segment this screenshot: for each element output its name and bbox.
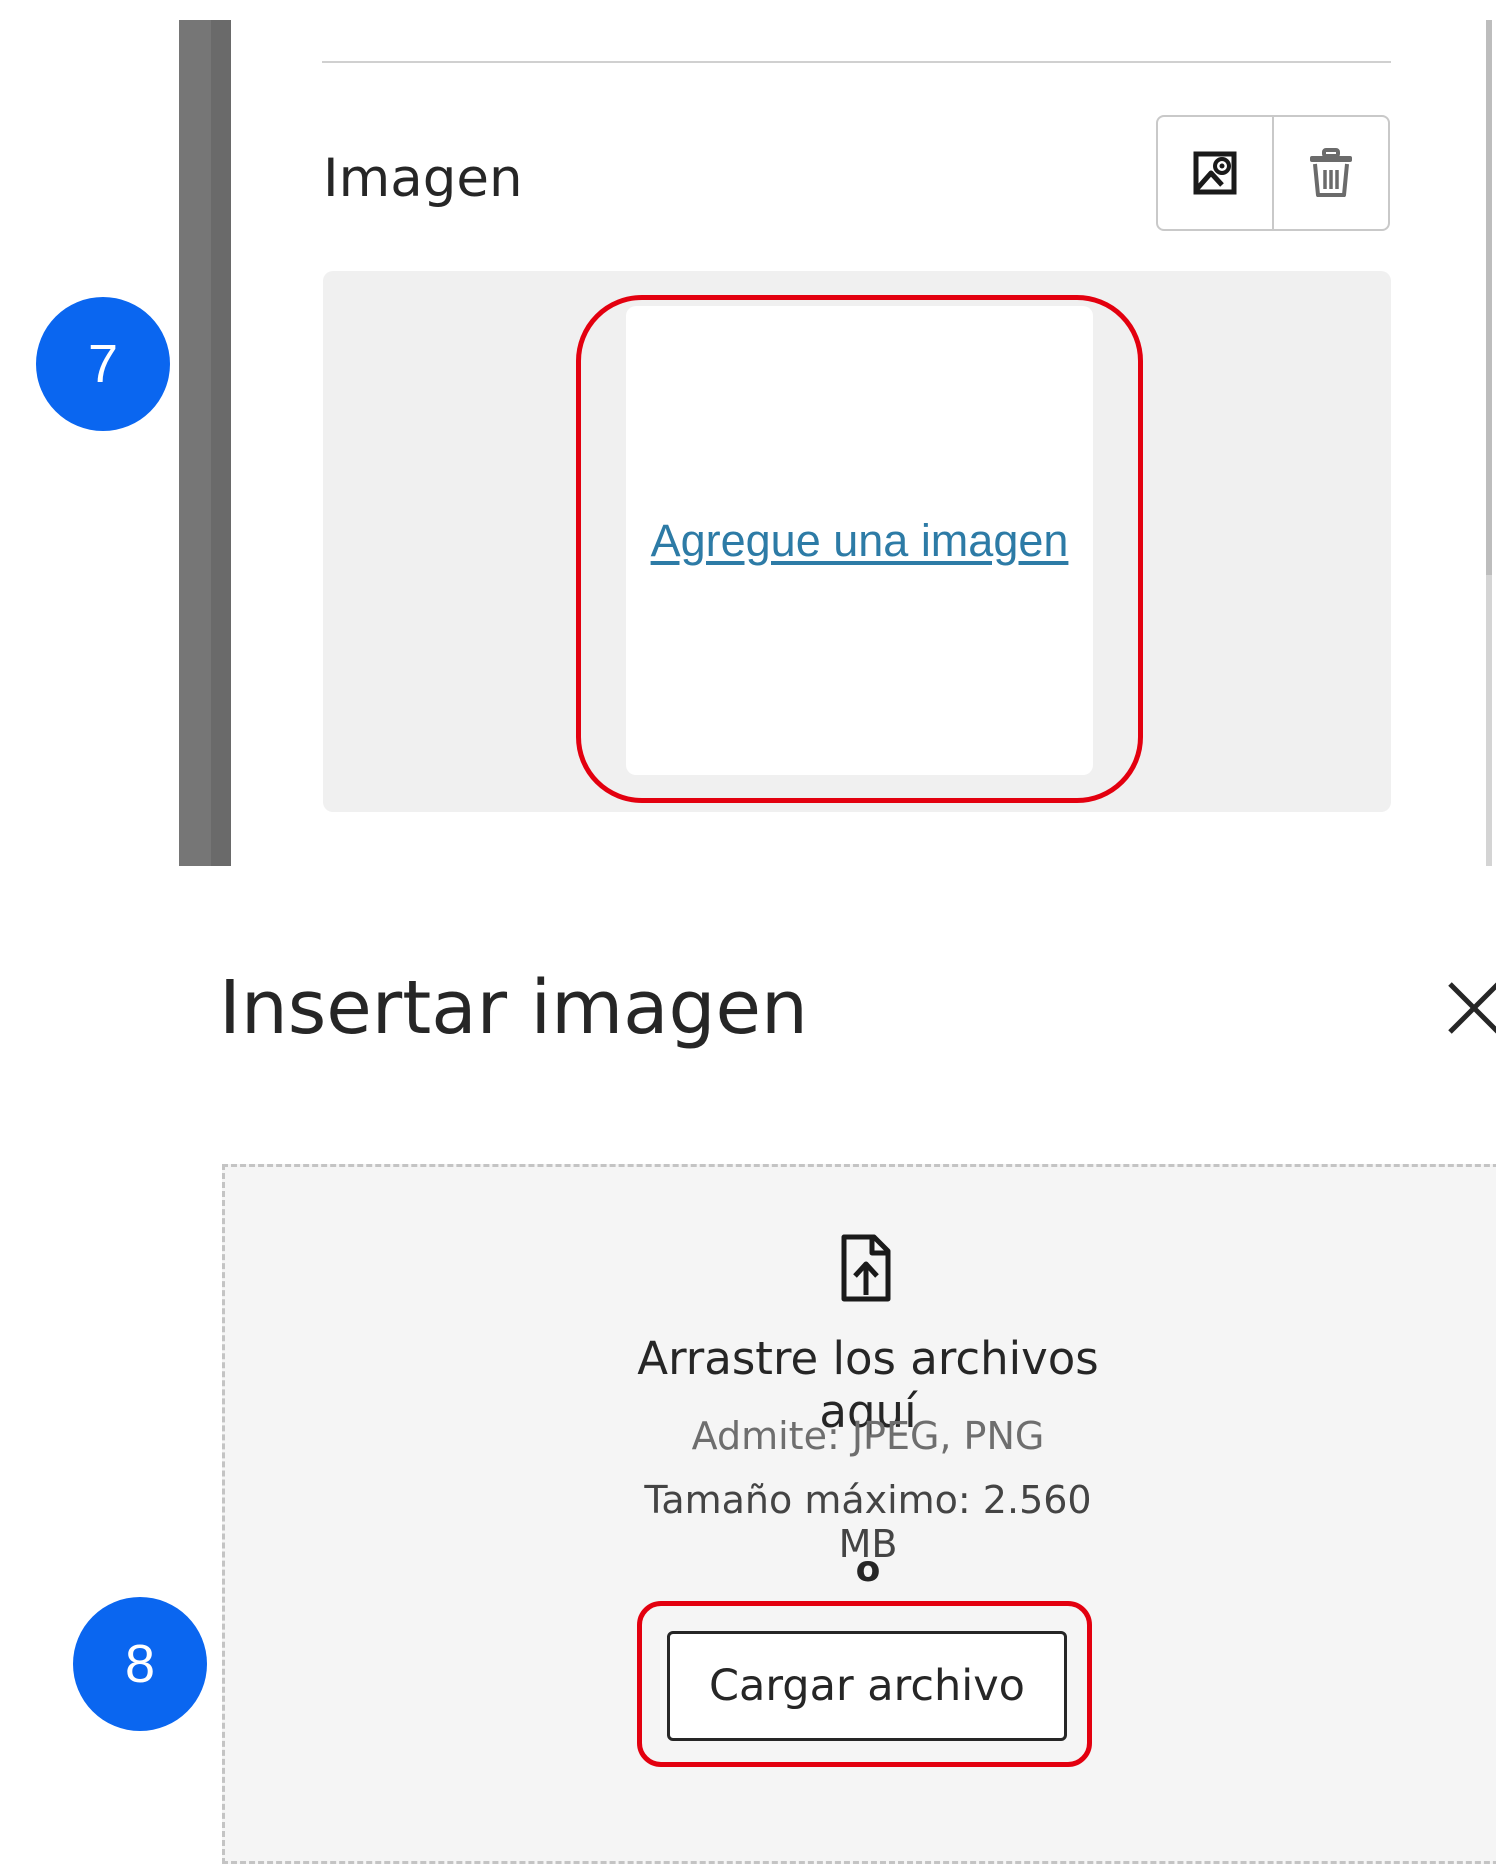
step-badge-8: 8 <box>73 1597 207 1731</box>
image-insert-icon <box>1193 151 1237 195</box>
insert-image-button[interactable] <box>1158 117 1272 229</box>
close-button[interactable] <box>1438 972 1496 1042</box>
trash-icon <box>1310 148 1352 197</box>
step-badge-7: 7 <box>36 297 170 431</box>
block-selection-bar-edge <box>211 20 231 866</box>
image-placeholder-card[interactable]: Agregue una imagen <box>626 306 1093 775</box>
scrollbar-thumb[interactable] <box>1486 20 1492 575</box>
close-icon <box>1448 982 1496 1034</box>
dialog-title: Insertar imagen <box>219 965 808 1051</box>
supported-formats-text: Admite: JPEG, PNG <box>691 1414 1045 1458</box>
file-upload-icon <box>838 1233 894 1305</box>
image-toolbar <box>1156 115 1390 231</box>
image-section-title: Imagen <box>323 148 523 209</box>
add-image-link[interactable]: Agregue una imagen <box>651 515 1069 567</box>
delete-image-button[interactable] <box>1272 117 1388 229</box>
upload-file-button[interactable]: Cargar archivo <box>667 1631 1067 1741</box>
or-separator: o <box>855 1549 881 1590</box>
section-divider <box>322 61 1391 63</box>
